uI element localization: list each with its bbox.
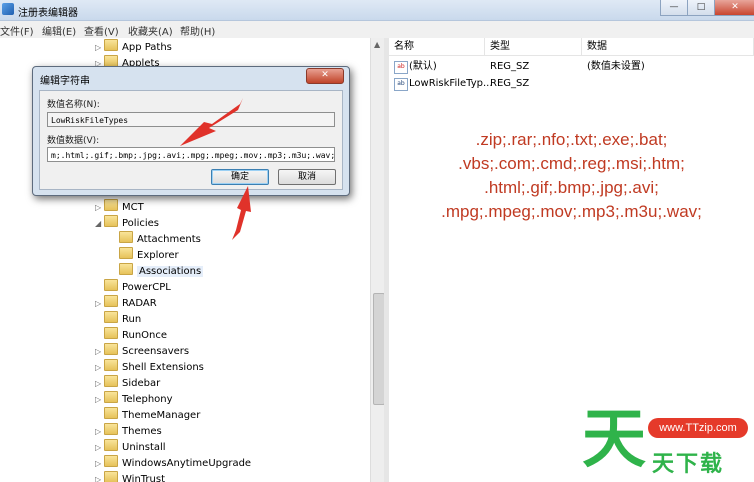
tree-item-windowsanytimeupgrade[interactable]: ▷ WindowsAnytimeUpgrade: [95, 455, 251, 471]
value-name: LowRiskFileTyp...: [409, 78, 493, 89]
column-header-data[interactable]: 数据: [582, 38, 754, 56]
folder-icon: [104, 391, 118, 403]
tree-item-powercpl[interactable]: PowerCPL: [95, 279, 171, 295]
value-name: (默认): [409, 61, 437, 72]
scroll-up-icon[interactable]: ▲: [374, 40, 380, 49]
value-name-field: LowRiskFileTypes: [47, 112, 335, 127]
menu-favorites[interactable]: 收藏夹(A): [128, 23, 173, 38]
maximize-button[interactable]: □: [687, 0, 715, 16]
value-row[interactable]: ab LowRiskFileTyp... REG_SZ: [389, 76, 754, 92]
folder-icon: [104, 359, 118, 371]
value-data-field[interactable]: m;.html;.gif;.bmp;.jpg;.avi;.mpg;.mpeg;.…: [47, 147, 335, 162]
minimize-button[interactable]: —: [660, 0, 688, 16]
column-header-type[interactable]: 类型: [485, 38, 582, 56]
expand-icon[interactable]: ▷: [95, 472, 104, 482]
folder-icon: [104, 39, 118, 51]
folder-icon: [104, 295, 118, 307]
expand-icon[interactable]: ▷: [95, 296, 104, 312]
folder-icon: [104, 407, 118, 419]
folder-icon: [104, 455, 118, 467]
menu-edit[interactable]: 编辑(E): [42, 23, 76, 38]
tree-item-telephony[interactable]: ▷ Telephony: [95, 391, 173, 407]
tree-item-app-paths[interactable]: ▷ App Paths: [95, 39, 172, 55]
expand-icon[interactable]: ▷: [95, 440, 104, 456]
annotation-line: .html;.gif;.bmp;.jpg;.avi;: [484, 178, 659, 197]
tree-item-radar[interactable]: ▷ RADAR: [95, 295, 157, 311]
tree-item-wintrust[interactable]: ▷ WinTrust: [95, 471, 165, 482]
expand-icon[interactable]: ▷: [95, 376, 104, 392]
watermark-logo: 天: [582, 403, 646, 477]
tree-item-shell-extensions[interactable]: ▷ Shell Extensions: [95, 359, 204, 375]
column-header-name[interactable]: 名称: [389, 38, 485, 56]
watermark-text: 天下载: [652, 452, 725, 477]
folder-icon: [119, 263, 133, 275]
value-name-label: 数值名称(N):: [47, 100, 100, 110]
folder-icon: [104, 471, 118, 482]
tree-item-explorer[interactable]: Explorer: [110, 247, 179, 263]
value-data: (数值未设置): [587, 61, 645, 72]
dialog-close-button[interactable]: ✕: [306, 68, 344, 84]
tree-item-associations[interactable]: Associations: [110, 263, 204, 279]
regedit-app-icon: [2, 3, 14, 15]
folder-icon: [104, 199, 118, 211]
folder-icon: [119, 231, 133, 243]
expand-icon[interactable]: ▷: [95, 424, 104, 440]
values-list: 名称 类型 数据 ab (默认) REG_SZ (数值未设置) ab LowRi…: [389, 38, 754, 482]
annotation-line: .vbs;.com;.cmd;.reg;.msi;.htm;: [458, 154, 685, 173]
expand-icon[interactable]: ▷: [95, 360, 104, 376]
expand-icon[interactable]: ▷: [95, 456, 104, 472]
value-data-label: 数值数据(V):: [47, 136, 100, 146]
menu-help[interactable]: 帮助(H): [180, 23, 215, 38]
value-row[interactable]: ab (默认) REG_SZ (数值未设置): [389, 59, 754, 75]
watermark-badge: www.TTzip.com: [648, 418, 748, 438]
folder-icon: [119, 247, 133, 259]
expand-icon[interactable]: ▷: [95, 40, 104, 56]
folder-icon: [104, 375, 118, 387]
folder-icon: [104, 343, 118, 355]
tree-item-policies[interactable]: ◢ Policies: [95, 215, 159, 231]
string-value-icon: ab: [394, 78, 408, 91]
dialog-title: 编辑字符串: [40, 76, 90, 87]
folder-icon: [104, 327, 118, 339]
tree-item-run[interactable]: Run: [95, 311, 141, 327]
annotation-extension-list: .zip;.rar;.nfo;.txt;.exe;.bat; .vbs;.com…: [389, 128, 754, 224]
tree-item-screensavers[interactable]: ▷ Screensavers: [95, 343, 189, 359]
expand-icon[interactable]: ▷: [95, 344, 104, 360]
close-button[interactable]: ✕: [714, 0, 754, 16]
scroll-thumb[interactable]: [373, 293, 384, 405]
tree-scrollbar[interactable]: ▲: [370, 38, 384, 482]
tree-item-mct[interactable]: ▷ MCT: [95, 199, 144, 215]
ok-button[interactable]: 确定: [211, 169, 269, 185]
tree-item-thememanager[interactable]: ThemeManager: [95, 407, 200, 423]
window-title: 注册表编辑器: [18, 8, 78, 19]
title-bar: 注册表编辑器 — □ ✕: [0, 0, 754, 21]
tree-item-sidebar[interactable]: ▷ Sidebar: [95, 375, 160, 391]
cancel-button[interactable]: 取消: [278, 169, 336, 185]
tree-item-runonce[interactable]: RunOnce: [95, 327, 167, 343]
value-type: REG_SZ: [490, 78, 530, 89]
expand-icon[interactable]: ▷: [95, 392, 104, 408]
folder-icon: [104, 423, 118, 435]
folder-icon: [104, 439, 118, 451]
string-value-icon: ab: [394, 61, 408, 74]
annotation-line: .mpg;.mpeg;.mov;.mp3;.m3u;.wav;: [441, 202, 702, 221]
value-type: REG_SZ: [490, 61, 530, 72]
folder-icon: [104, 215, 118, 227]
menu-view[interactable]: 查看(V): [84, 23, 119, 38]
dialog-body: 数值名称(N): LowRiskFileTypes 数值数据(V): m;.ht…: [39, 90, 343, 190]
annotation-line: .zip;.rar;.nfo;.txt;.exe;.bat;: [475, 130, 668, 149]
menu-file[interactable]: 文件(F): [0, 23, 34, 38]
tree-item-themes[interactable]: ▷ Themes: [95, 423, 162, 439]
tree-item-attachments[interactable]: Attachments: [110, 231, 201, 247]
expand-icon[interactable]: ▷: [95, 200, 104, 216]
tree-item-uninstall[interactable]: ▷ Uninstall: [95, 439, 166, 455]
folder-icon: [104, 311, 118, 323]
collapse-icon[interactable]: ◢: [95, 216, 104, 232]
edit-string-dialog: 编辑字符串 ✕ 数值名称(N): LowRiskFileTypes 数值数据(V…: [32, 66, 350, 196]
menu-bar: 文件(F) 编辑(E) 查看(V) 收藏夹(A) 帮助(H): [0, 21, 754, 39]
folder-icon: [104, 279, 118, 291]
